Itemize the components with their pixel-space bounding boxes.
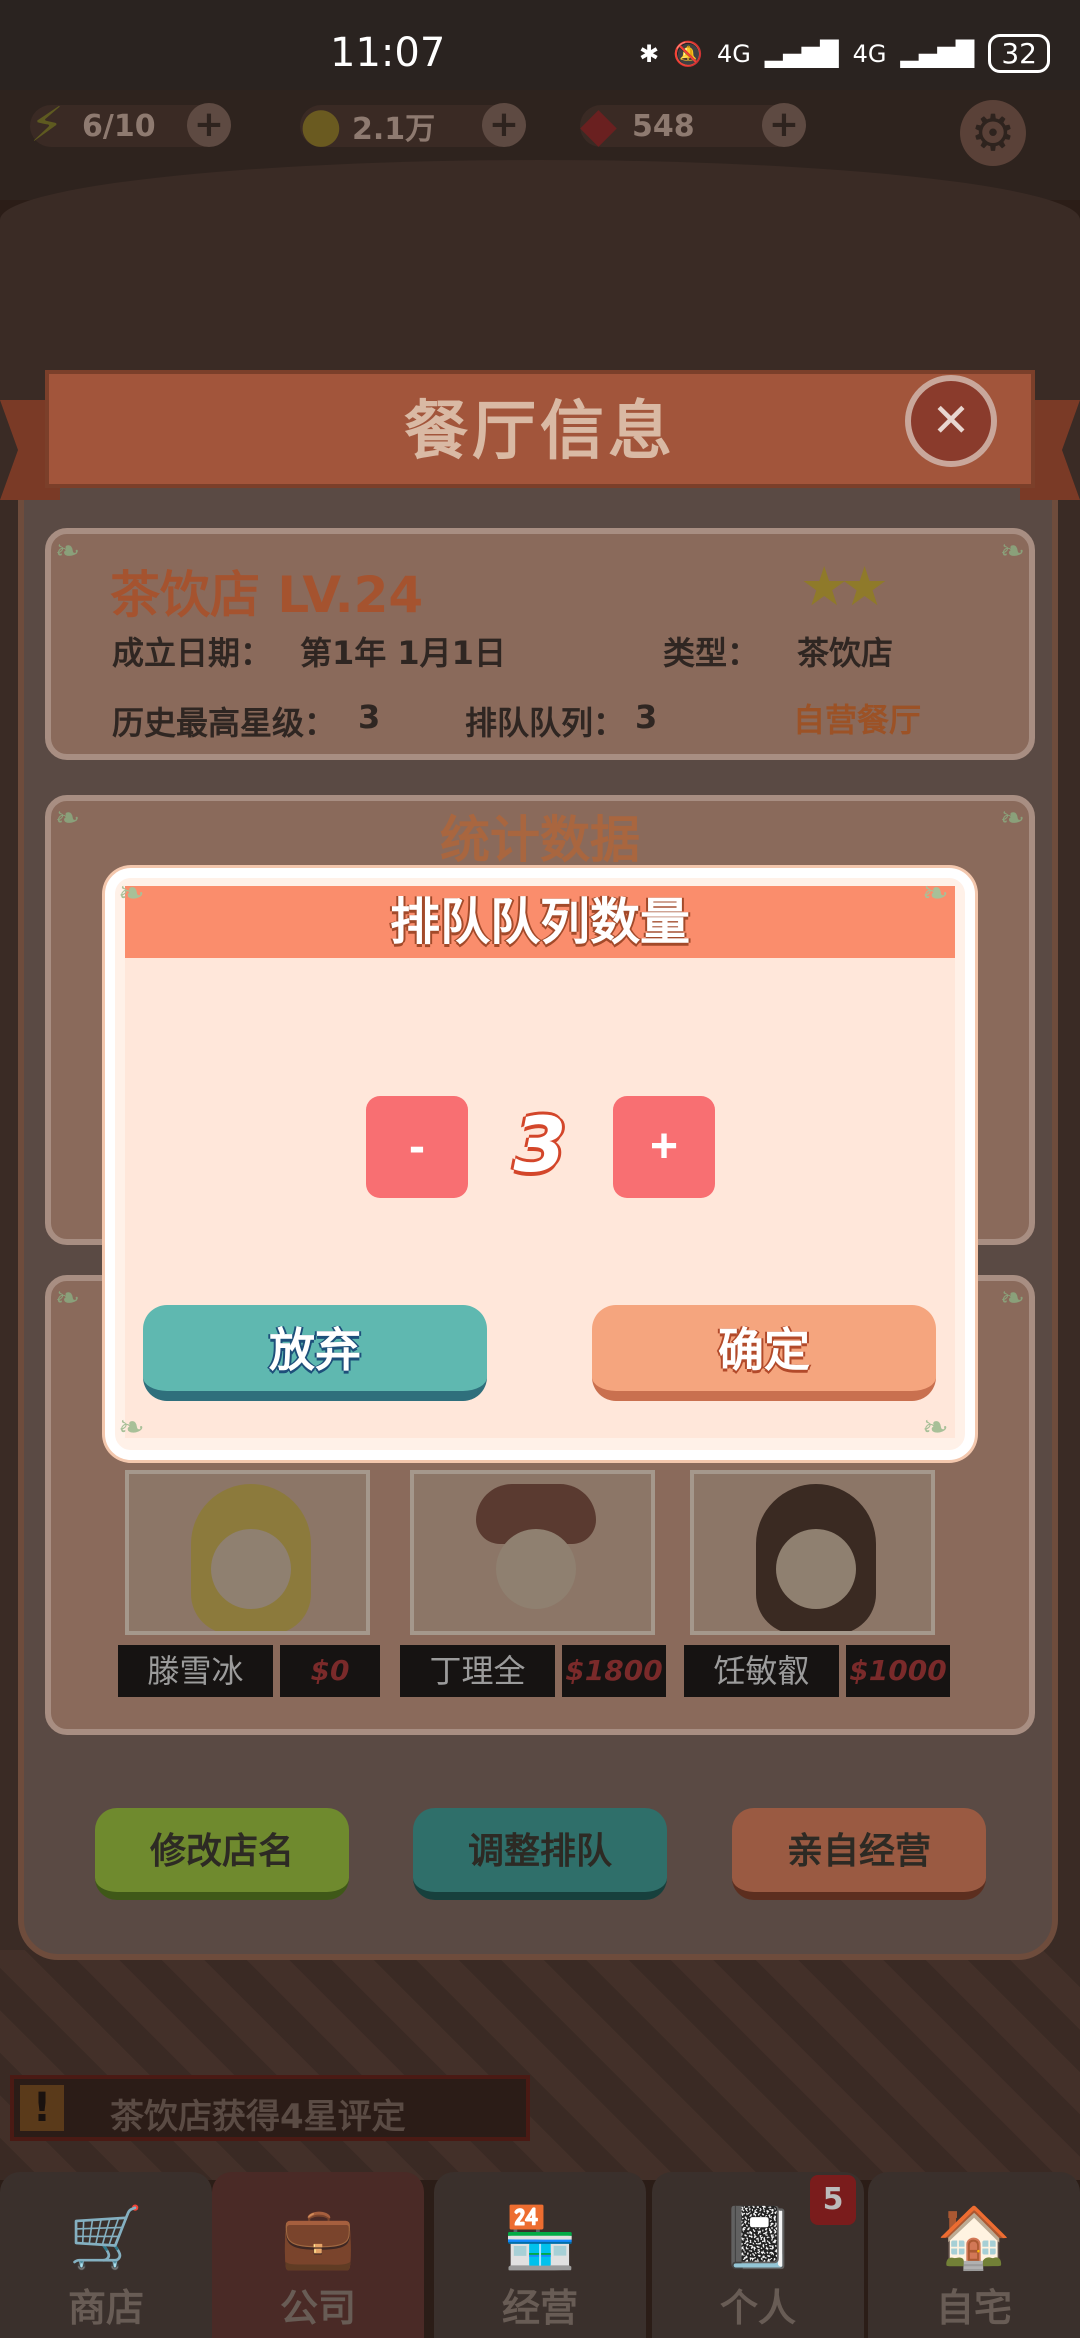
statistics-title: 统计数据	[440, 811, 640, 869]
close-icon: ✕	[931, 393, 971, 447]
panel-title: 餐厅信息	[404, 395, 676, 469]
staff-salary-2: $1800	[562, 1645, 666, 1697]
notification-badge: 5	[810, 2175, 856, 2225]
staff-salary-1: $0	[280, 1645, 380, 1697]
nav-company-label: 公司	[279, 2286, 356, 2330]
status-bar: 11:07 ✱ 🔕 4G ▂▄▆█ 4G ▂▄▆█ 32	[0, 0, 1080, 90]
founded-label: 成立日期：	[112, 634, 273, 672]
clock: 11:07	[330, 30, 446, 76]
nav-home-label: 自宅	[935, 2286, 1012, 2330]
rename-shop-button[interactable]: 修改店名	[95, 1808, 349, 1900]
storefront-icon: 🏪	[502, 2203, 578, 2273]
house-icon: 🏠	[936, 2203, 1012, 2273]
coin-counter: ● 2.1万 +	[300, 97, 526, 153]
coin-icon: ●	[300, 97, 342, 153]
leaf-icon: ❧	[922, 1408, 949, 1446]
decrease-button[interactable]: -	[366, 1096, 468, 1198]
nav-shop[interactable]: 🛒 商店	[0, 2172, 212, 2338]
nav-business[interactable]: 🏪 经营	[434, 2172, 646, 2338]
star-rating: ★★	[800, 555, 889, 618]
nav-home[interactable]: 🏠 自宅	[868, 2172, 1080, 2338]
nav-personal-label: 个人	[719, 2286, 796, 2330]
gem-icon: ◆	[580, 97, 617, 153]
max-star-label: 历史最高星级：	[112, 704, 337, 742]
leaf-icon: ❧	[922, 874, 949, 912]
signal-icon: ▂▄▆█	[764, 39, 839, 68]
type-label: 类型：	[663, 634, 760, 672]
dialog-title: 排队队列数量	[390, 893, 690, 951]
staff-portrait-3[interactable]	[690, 1470, 935, 1635]
floor-pattern	[0, 1950, 1080, 2180]
leaf-icon: ❧	[999, 534, 1025, 569]
nav-shop-label: 商店	[67, 2286, 144, 2330]
close-button[interactable]: ✕	[905, 375, 997, 467]
confirm-button[interactable]: 确定	[592, 1305, 936, 1401]
nav-business-label: 经营	[501, 2286, 578, 2330]
signal-icon: ▂▄▆█	[900, 39, 975, 68]
leaf-icon: ❧	[999, 1281, 1025, 1316]
energy-value: 6/10	[82, 108, 156, 144]
shop-name: 茶饮店 LV.24	[110, 566, 424, 624]
alert-icon: !	[20, 2085, 64, 2131]
face	[776, 1529, 856, 1609]
briefcase-icon: 💼	[280, 2203, 356, 2273]
self-manage-button[interactable]: 亲自经营	[732, 1808, 986, 1900]
gem-counter: ◆ 548 +	[580, 97, 806, 153]
leaf-icon: ❧	[55, 1281, 81, 1316]
news-ticker: ! 茶饮店获得4星评定	[10, 2075, 530, 2141]
staff-salary-3: $1000	[846, 1645, 950, 1697]
ticker-text: 茶饮店获得4星评定	[110, 2097, 406, 2137]
lightning-icon: ⚡	[30, 97, 64, 153]
status-icons: ✱ 🔕 4G ▂▄▆█ 4G ▂▄▆█ 32	[639, 34, 1050, 73]
mute-icon: 🔕	[673, 39, 703, 68]
cancel-button[interactable]: 放弃	[143, 1305, 487, 1401]
leaf-icon: ❧	[118, 1408, 145, 1446]
face	[211, 1529, 291, 1609]
add-energy-button[interactable]: +	[187, 103, 231, 147]
staff-name-2: 丁理全	[400, 1645, 555, 1697]
leaf-icon: ❧	[55, 534, 81, 569]
face	[496, 1529, 576, 1609]
type-value: 茶饮店	[797, 634, 894, 672]
leaf-icon: ❧	[118, 874, 145, 912]
network-2: 4G	[852, 39, 887, 68]
staff-name-1: 滕雪冰	[118, 1645, 273, 1697]
coin-value: 2.1万	[352, 112, 436, 147]
gem-value: 548	[632, 108, 695, 144]
queue-label: 排队队列：	[465, 704, 626, 742]
nav-company[interactable]: 💼 公司	[212, 2172, 424, 2338]
energy-counter: ⚡ 6/10 +	[30, 97, 231, 153]
queue-quantity-value: 3	[513, 1100, 567, 1189]
bluetooth-icon: ✱	[638, 39, 660, 68]
add-coins-button[interactable]: +	[482, 103, 526, 147]
network-1: 4G	[716, 39, 751, 68]
adjust-queue-button[interactable]: 调整排队	[413, 1808, 667, 1900]
staff-name-3: 饪敏叡	[684, 1645, 839, 1697]
founded-value: 第1年 1月1日	[300, 634, 506, 672]
staff-portrait-1[interactable]	[125, 1470, 370, 1635]
battery-indicator: 32	[988, 34, 1050, 73]
queue-value: 3	[635, 698, 658, 736]
self-run-label: 自营餐厅	[793, 701, 922, 739]
staff-portrait-2[interactable]	[410, 1470, 655, 1635]
add-gems-button[interactable]: +	[762, 103, 806, 147]
increase-button[interactable]: +	[613, 1096, 715, 1198]
cart-icon: 🛒	[68, 2203, 144, 2273]
settings-gear-icon[interactable]: ⚙	[960, 100, 1026, 166]
max-star-value: 3	[358, 698, 381, 736]
